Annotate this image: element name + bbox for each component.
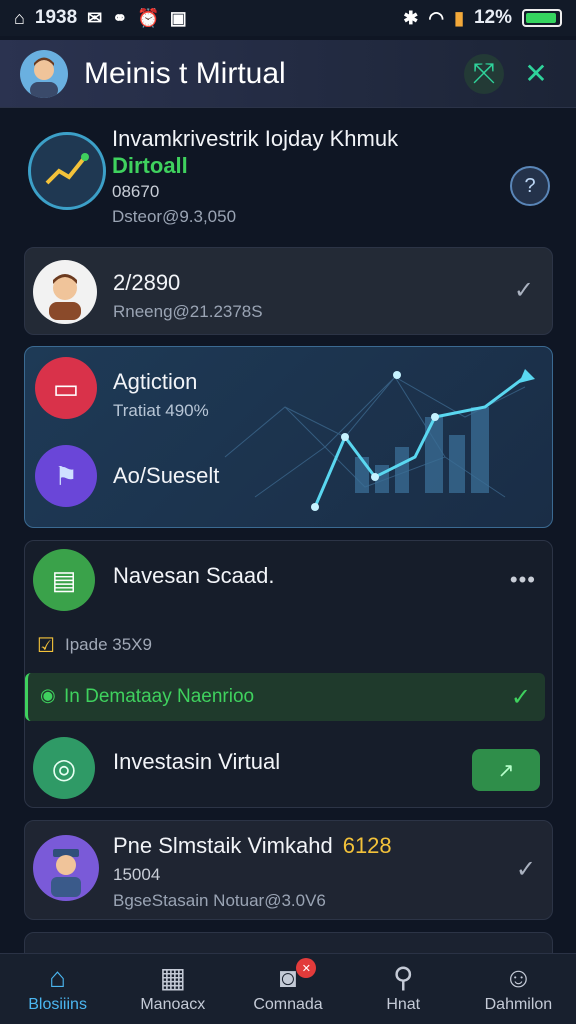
nav-home[interactable]: ⌂ Blosiiins xyxy=(0,954,115,1024)
rocket-icon: ⚑ xyxy=(54,460,78,491)
banner-check-icon: ✓ xyxy=(510,684,531,711)
alarm-icon: ⏰ xyxy=(137,8,160,28)
profile-subtitle: Dirtoall xyxy=(112,153,188,178)
nav-manage-label: Manoacx xyxy=(140,996,206,1013)
person-icon xyxy=(30,57,58,98)
help-button[interactable]: ? xyxy=(510,166,550,206)
summary-detail: Rneeng@21.2378S xyxy=(113,302,263,321)
insights-card[interactable]: ▭ Agtiction Tratiat 490% ⚑ Ao/Sueselt xyxy=(24,346,553,528)
page-title: Meinis t Mirtual xyxy=(84,56,286,90)
help-icon: ? xyxy=(524,174,536,197)
bluetooth-icon: ✱ xyxy=(403,8,419,28)
profile-code: 08670 xyxy=(112,182,160,201)
status-time: 1938 xyxy=(34,7,78,28)
nav-search-label: Hnat xyxy=(386,996,421,1013)
gallery-icon: ▣ xyxy=(169,8,187,28)
app-header: Meinis t Mirtual ⤧ ✕ xyxy=(0,40,576,108)
document-icon: ▤ xyxy=(51,564,77,595)
listing-check-icon: ✓ xyxy=(515,856,536,883)
market-note: Ipade 35X9 xyxy=(65,635,152,654)
investment-logo xyxy=(28,132,106,210)
notification-icon: ✉ xyxy=(87,8,103,28)
check-icon: ✓ xyxy=(513,277,534,304)
listing-detail: BgseStasain Notuar@3.0V6 xyxy=(113,891,326,910)
insight-item2-title: Ao/Sueselt xyxy=(113,463,220,488)
listing-code: 15004 xyxy=(113,865,161,884)
home-icon: ⌂ xyxy=(49,962,67,993)
more-options-icon[interactable]: ••• xyxy=(510,567,536,593)
person-icon xyxy=(51,849,81,897)
market-sub-title: Investasin Virtual xyxy=(113,749,281,774)
notification-badge: ✕ xyxy=(296,958,317,978)
close-button[interactable]: ✕ xyxy=(516,54,556,94)
nav-profile[interactable]: ☺ Dahmilon xyxy=(461,954,576,1024)
listing-avatar xyxy=(33,835,99,901)
summary-avatar xyxy=(33,260,97,324)
profile-section: Invamkrivestrik Iojday Khmuk Dirtoall 08… xyxy=(24,120,553,230)
status-bar: ⌂ 1938 ✉ ⚭ ⏰ ▣ ✱ ◠ ▮ 12% xyxy=(0,0,576,36)
trend-icon: ↗ xyxy=(497,759,515,782)
listing-value: 6128 xyxy=(342,833,392,858)
market-badge: ▤ xyxy=(33,549,95,611)
insight-item1-sub: Tratiat 490% xyxy=(113,401,209,420)
virtual-invest-badge: ◎ xyxy=(33,737,95,799)
market-card: ▤ Navesan Scaad. ••• ☑ Ipade 35X9 ◉ In D… xyxy=(24,540,553,808)
profile-detail: Dsteor@9.3,050 xyxy=(112,207,237,226)
market-title: Navesan Scaad. xyxy=(113,563,275,588)
signal-icon: ▮ xyxy=(454,8,464,28)
nav-profile-label: Dahmilon xyxy=(484,996,553,1013)
battery-percent: 12% xyxy=(473,7,512,28)
chart-trend-line xyxy=(313,375,526,508)
battery-icon xyxy=(522,9,562,27)
nav-commands[interactable]: ◙ ✕ Comnada xyxy=(230,954,345,1024)
close-icon: ✕ xyxy=(524,58,548,89)
listing-title-row: Pne Slmstaik Vimkahd 6128 xyxy=(113,833,392,859)
growth-chart-illustration xyxy=(224,369,535,511)
search-icon: ⚲ xyxy=(392,962,414,993)
status-dot-icon: ◉ xyxy=(40,685,56,705)
user-avatar[interactable] xyxy=(20,49,68,98)
rocket-badge: ⚑ xyxy=(35,445,97,507)
expand-button[interactable]: ⤧ xyxy=(464,53,504,94)
banner-text: In Demataay Naenrioo xyxy=(64,686,255,707)
user-icon: ☺ xyxy=(504,962,533,993)
bottom-navigation: ⌂ Blosiiins ▦ Manoacx ◙ ✕ Comnada ⚲ Hnat… xyxy=(0,953,576,1024)
nav-commands-label: Comnada xyxy=(253,996,323,1013)
insight-item1-title: Agtiction xyxy=(113,369,198,394)
checkbox-icon: ☑ xyxy=(37,635,55,657)
camera-icon: ◙ xyxy=(279,962,297,993)
nav-home-label: Blosiiins xyxy=(28,996,87,1013)
wifi-icon: ◠ xyxy=(428,8,445,28)
home-status-icon: ⌂ xyxy=(14,8,25,28)
summary-card[interactable]: 2/2890 Rneeng@21.2378S ✓ xyxy=(24,247,553,335)
profile-title: Invamkrivestrik Iojday Khmuk xyxy=(112,126,399,151)
nav-search[interactable]: ⚲ Hnat xyxy=(346,954,461,1024)
summary-amount: 2/2890 xyxy=(113,270,181,295)
nav-manage[interactable]: ▦ Manoacx xyxy=(115,954,230,1024)
laptop-icon: ▭ xyxy=(52,372,80,404)
person-icon xyxy=(49,274,81,320)
chart-logo-icon xyxy=(45,153,89,185)
listing-title: Pne Slmstaik Vimkahd xyxy=(113,833,333,858)
grid-icon: ▦ xyxy=(159,962,187,993)
arrows-icon: ⤧ xyxy=(472,57,496,88)
laptop-badge: ▭ xyxy=(35,357,97,419)
market-action-button[interactable]: ↗ xyxy=(472,749,540,791)
spiral-icon: ◎ xyxy=(51,752,77,784)
listing-card[interactable]: Pne Slmstaik Vimkahd 6128 15004 BgseStas… xyxy=(24,820,553,920)
status-banner[interactable]: ◉ In Demataay Naenrioo ✓ xyxy=(25,673,545,721)
link-icon: ⚭ xyxy=(112,8,128,28)
